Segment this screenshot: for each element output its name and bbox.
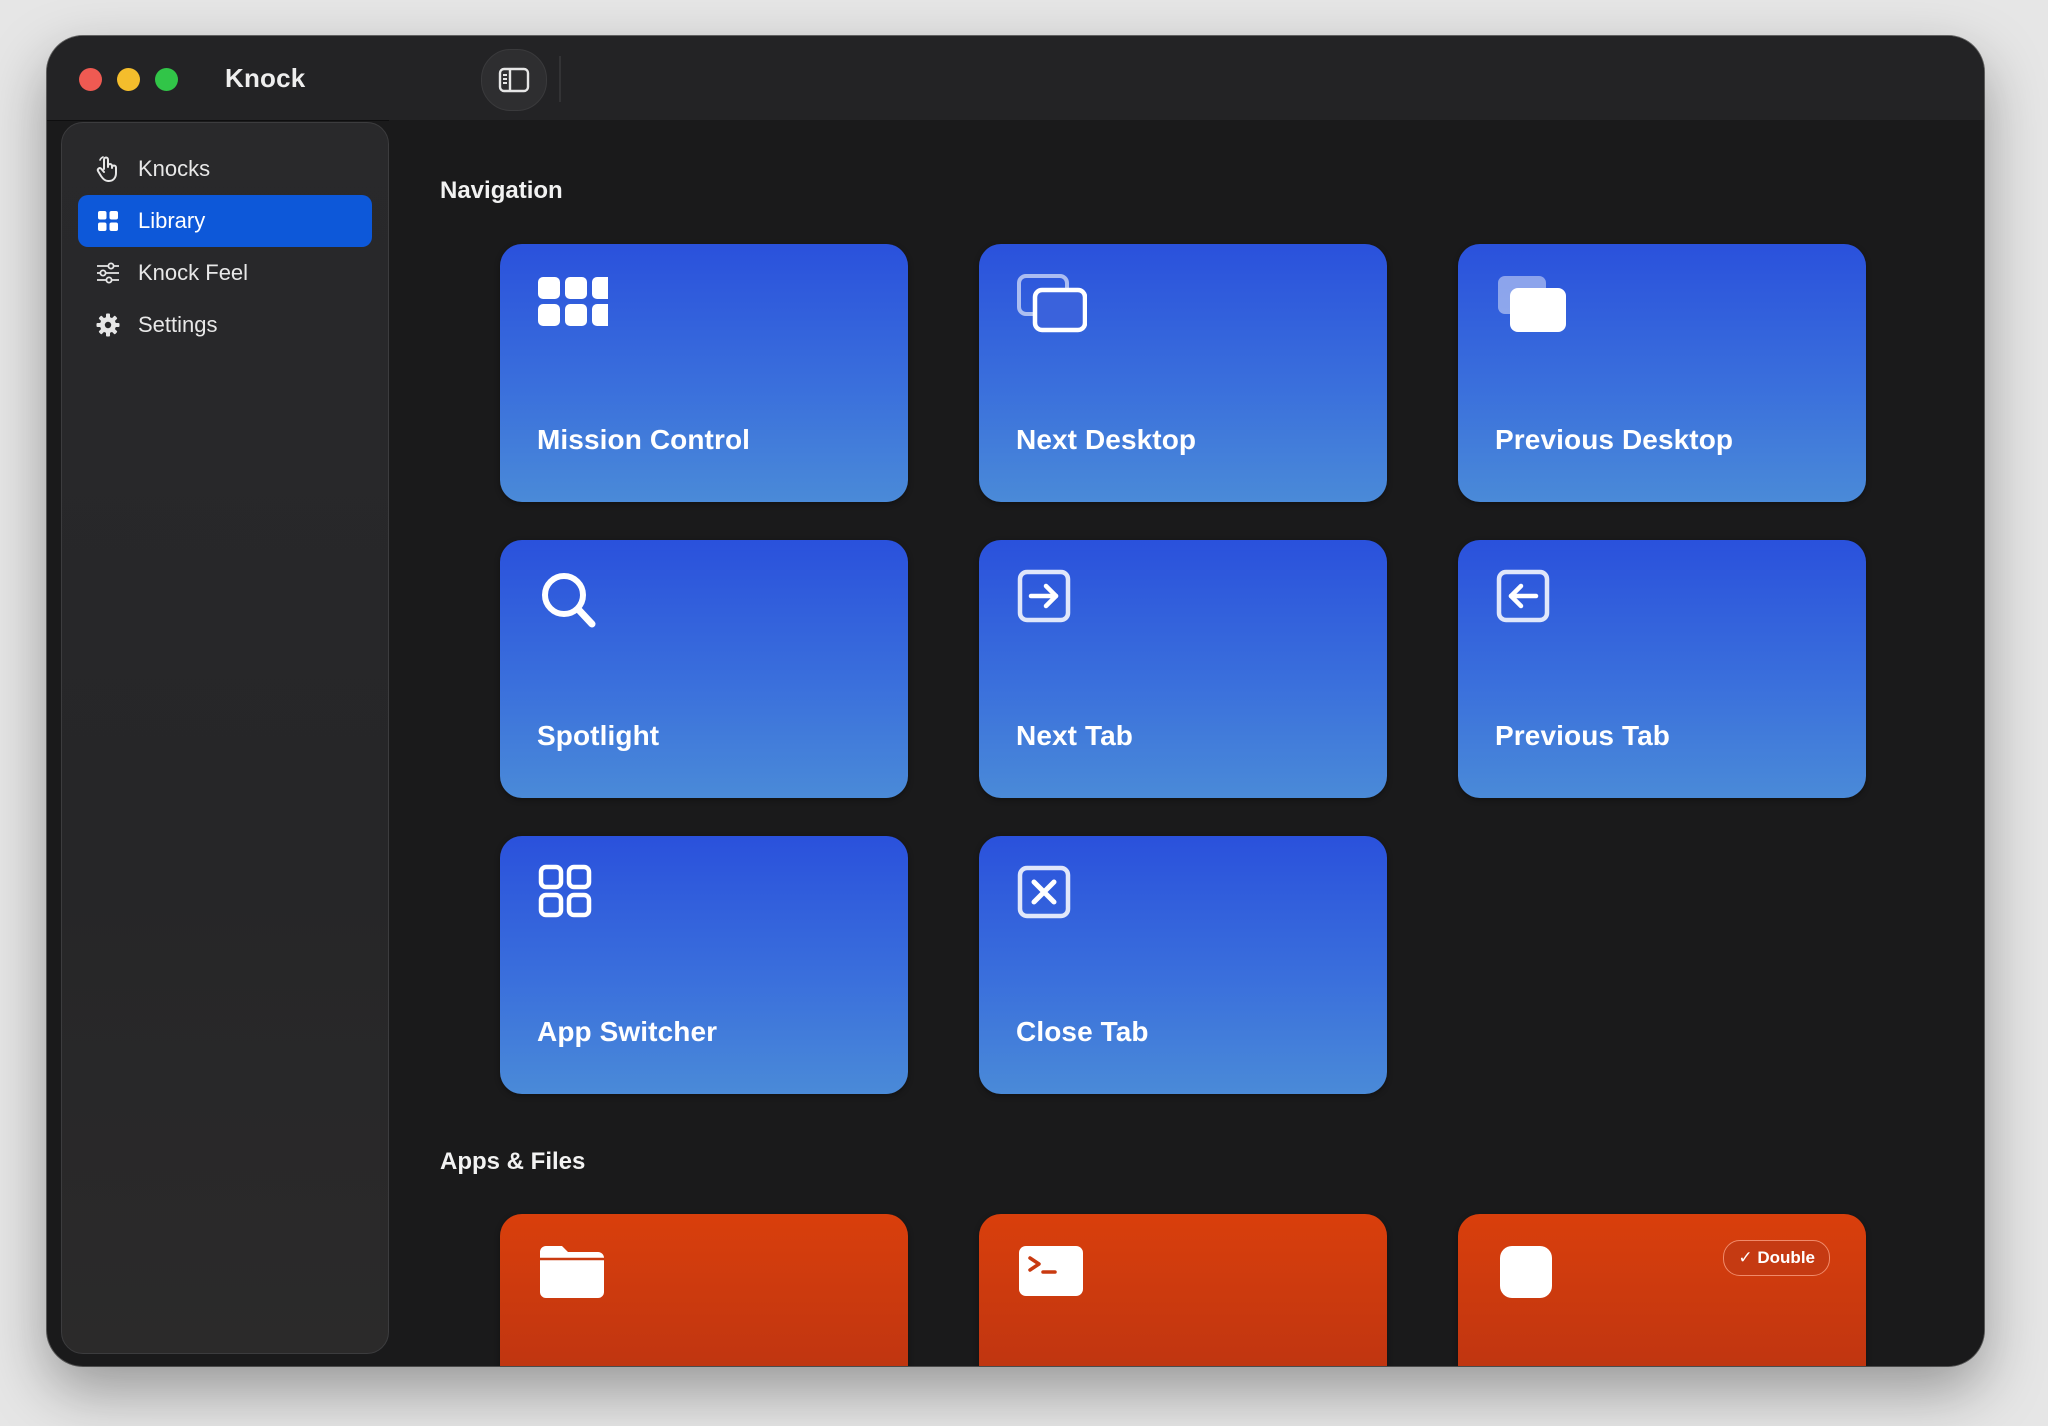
card-label: Previous Desktop	[1495, 424, 1734, 455]
card-label: Next Tab	[1016, 720, 1133, 751]
mission-control-icon	[538, 277, 608, 326]
sidebar-item-knocks[interactable]: Knocks	[78, 143, 372, 195]
section-title-navigation: Navigation	[440, 177, 563, 204]
gear-icon	[94, 311, 122, 339]
grid-icon	[94, 207, 122, 235]
folder-icon	[540, 1246, 604, 1298]
sidebar: Knocks Library Knock Feel Settings	[61, 122, 389, 1354]
card-label: App Switcher	[537, 1016, 718, 1047]
sidebar-item-settings[interactable]: Settings	[78, 299, 372, 351]
toolbar-divider	[559, 56, 561, 102]
sidebar-item-label: Settings	[138, 312, 218, 337]
library-content: Navigation Mission Control Next Desktop …	[389, 120, 1984, 1366]
card-next-tab[interactable]: Next Tab	[979, 540, 1387, 798]
card-label: Close Tab	[1016, 1016, 1149, 1047]
close-window-button[interactable]	[79, 68, 102, 91]
card-label: Next Desktop	[1016, 424, 1197, 455]
section-title-apps-files: Apps & Files	[440, 1148, 586, 1175]
card-previous-tab[interactable]: Previous Tab	[1458, 540, 1866, 798]
card-spotlight[interactable]: Spotlight	[500, 540, 908, 798]
card-open-app[interactable]: ✓ Double	[1458, 1214, 1866, 1366]
arrow-left-square-icon	[1496, 569, 1550, 623]
card-app-switcher[interactable]: App Switcher	[500, 836, 908, 1094]
card-next-desktop[interactable]: Next Desktop	[979, 244, 1387, 502]
zoom-window-button[interactable]	[155, 68, 178, 91]
card-previous-desktop[interactable]: Previous Desktop	[1458, 244, 1866, 502]
card-open-finder[interactable]	[500, 1214, 908, 1366]
sidebar-item-library[interactable]: Library	[78, 195, 372, 247]
previous-desktop-icon	[1498, 276, 1566, 332]
next-desktop-icon	[1017, 274, 1087, 333]
card-open-terminal[interactable]	[979, 1214, 1387, 1366]
app-grid-icon	[538, 864, 592, 918]
sidebar-item-knock-feel[interactable]: Knock Feel	[78, 247, 372, 299]
app-square-icon	[1500, 1246, 1552, 1298]
title-bar: Knock	[47, 36, 1984, 121]
terminal-icon	[1019, 1246, 1083, 1296]
card-label: Mission Control	[537, 424, 751, 455]
toggle-sidebar-button[interactable]	[481, 49, 547, 111]
minimize-window-button[interactable]	[117, 68, 140, 91]
sidebar-toggle-icon	[498, 67, 530, 93]
app-window: Knock Knocks Library Knock Feel Settings…	[47, 36, 1984, 1366]
arrow-right-square-icon	[1017, 569, 1071, 623]
x-square-icon	[1017, 865, 1071, 919]
magnifier-icon	[542, 573, 596, 628]
card-mission-control[interactable]: Mission Control	[500, 244, 908, 502]
sidebar-item-label: Knock Feel	[138, 260, 249, 285]
window-title: Knock	[225, 63, 306, 93]
sliders-icon	[94, 259, 122, 287]
sidebar-item-label: Library	[138, 208, 206, 233]
sidebar-item-label: Knocks	[138, 156, 211, 181]
double-knock-badge: ✓ Double	[1723, 1240, 1830, 1276]
card-label: Previous Tab	[1495, 720, 1670, 751]
hand-pointer-icon	[94, 155, 122, 183]
card-label: Spotlight	[537, 720, 660, 751]
card-close-tab[interactable]: Close Tab	[979, 836, 1387, 1094]
